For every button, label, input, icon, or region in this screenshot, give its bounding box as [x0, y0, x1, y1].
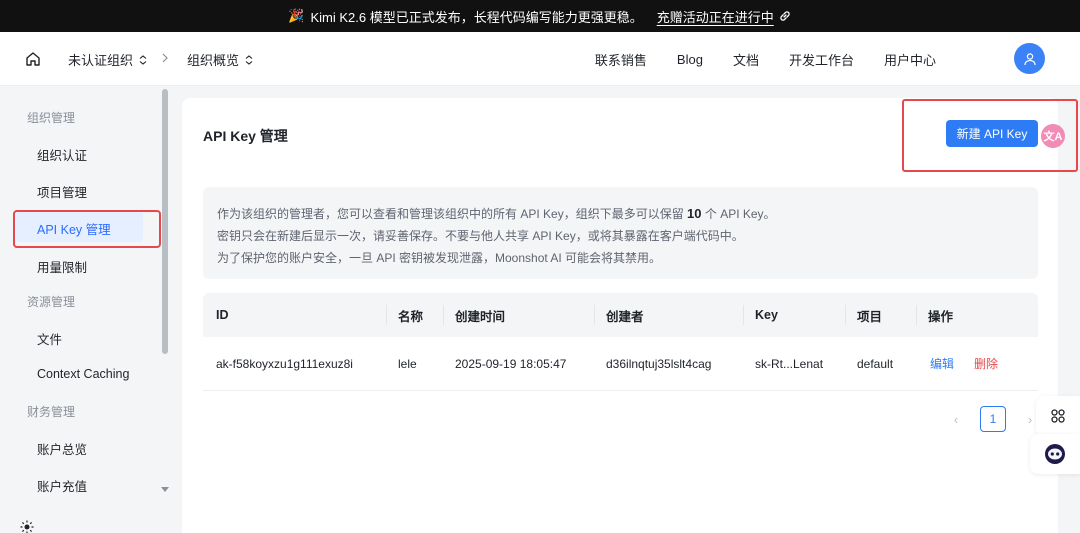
max-key-count: 10	[687, 206, 702, 221]
cell-project: default	[857, 356, 894, 371]
nav-link-console[interactable]: 开发工作台	[789, 50, 854, 69]
sidebar-section-finance: 财务管理	[27, 405, 76, 419]
page-name: 组织概览	[187, 53, 240, 68]
translate-icon[interactable]: 文A	[1041, 124, 1065, 148]
nav-link-user-center[interactable]: 用户中心	[884, 50, 936, 69]
sidebar-item-api-keys[interactable]: API Key 管理	[16, 210, 143, 242]
org-switcher[interactable]: 未认证组织	[68, 50, 148, 69]
announcement-link-text[interactable]: 充赠活动正在进行中	[657, 7, 774, 26]
nav-links: 联系销售 Blog 文档 开发工作台 用户中心	[595, 32, 936, 86]
announcement-link[interactable]: 充赠活动正在进行中	[657, 7, 792, 26]
col-created: 创建时间	[455, 309, 506, 324]
sun-icon[interactable]	[20, 520, 34, 533]
top-nav: 未认证组织 组织概览 联系销售 Blog 文档 开发工作台 用户中心	[0, 32, 1080, 86]
table-header: ID 名称 创建时间 创建者 Key 项目 操作	[203, 293, 1038, 337]
sidebar-item-recharge[interactable]: 账户充值	[37, 476, 87, 495]
page-title: API Key 管理	[203, 128, 288, 144]
scroll-down-icon[interactable]	[161, 487, 169, 493]
user-icon	[1023, 52, 1036, 65]
sidebar-item-account-overview[interactable]: 账户总览	[37, 439, 87, 458]
col-divider	[443, 305, 444, 325]
sidebar-item-files[interactable]: 文件	[37, 329, 62, 348]
info-notice: 作为该组织的管理者，您可以查看和管理该组织中的所有 API Key，组织下最多可…	[203, 187, 1038, 279]
table-row: ak-f58koyxzu1g111exuz8i lele 2025-09-19 …	[203, 337, 1038, 391]
notice-text: 个 API Key。	[704, 207, 776, 221]
notice-line-3: 为了保护您的账户安全，一旦 API 密钥被发现泄露，Moonshot AI 可能…	[217, 251, 662, 265]
apps-float-button[interactable]	[1036, 396, 1080, 436]
chevron-updown-icon	[245, 54, 253, 65]
sidebar-item-context-caching[interactable]: Context Caching	[37, 367, 129, 381]
chevron-updown-icon	[139, 54, 147, 65]
col-divider	[386, 305, 387, 325]
sidebar-section-org: 组织管理	[27, 111, 76, 125]
avatar[interactable]	[1014, 43, 1045, 74]
col-creator: 创建者	[606, 309, 644, 324]
col-divider	[743, 305, 744, 325]
col-key: Key	[755, 308, 778, 322]
page-switcher[interactable]: 组织概览	[187, 50, 254, 69]
nav-link-blog[interactable]: Blog	[677, 52, 703, 67]
announcement-text: Kimi K2.6 模型已正式发布，长程代码编写能力更强更稳。	[310, 9, 643, 25]
sidebar-item-org-verify[interactable]: 组织认证	[37, 145, 87, 164]
notice-text: 作为该组织的管理者，您可以查看和管理该组织中的所有 API Key，组织下最多可…	[217, 207, 684, 221]
col-divider	[594, 305, 595, 325]
nav-link-sales[interactable]: 联系销售	[595, 50, 647, 69]
link-icon	[780, 11, 790, 21]
sidebar-section-resources: 资源管理	[27, 295, 76, 309]
page-number-current[interactable]: 1	[980, 406, 1006, 432]
cell-actions: 编辑 删除	[930, 337, 998, 390]
sidebar: 组织管理 组织认证 项目管理 API Key 管理 用量限制 资源管理 文件 C…	[0, 87, 170, 533]
nav-link-docs[interactable]: 文档	[733, 50, 759, 69]
robot-icon	[1045, 444, 1065, 464]
col-name: 名称	[398, 309, 424, 324]
sidebar-scrollbar[interactable]	[162, 89, 168, 354]
new-api-key-button[interactable]: 新建 API Key	[946, 120, 1038, 147]
announcement-bar: 🎉 Kimi K2.6 模型已正式发布，长程代码编写能力更强更稳。 充赠活动正在…	[0, 0, 1080, 32]
cell-id: ak-f58koyxzu1g111exuz8i	[216, 356, 353, 371]
apps-icon	[1051, 409, 1065, 423]
notice-line-2: 密钥只会在新建后显示一次，请妥善保存。不要与他人共享 API Key，或将其暴露…	[217, 229, 744, 243]
main-card: API Key 管理 新建 API Key 作为该组织的管理者，您可以查看和管理…	[182, 98, 1058, 533]
col-divider	[916, 305, 917, 325]
breadcrumb-chevron-icon	[162, 53, 168, 63]
org-name: 未认证组织	[68, 53, 134, 68]
delete-button[interactable]: 删除	[974, 355, 998, 372]
cell-name: lele	[398, 356, 417, 371]
cell-key: sk-Rt...Lenat	[755, 356, 824, 371]
sidebar-item-projects[interactable]: 项目管理	[37, 182, 87, 201]
cell-creator: d36ilnqtuj35lslt4cag	[606, 356, 712, 371]
edit-button[interactable]: 编辑	[930, 355, 954, 372]
sidebar-item-usage-limits[interactable]: 用量限制	[37, 257, 87, 276]
col-divider	[845, 305, 846, 325]
cell-created: 2025-09-19 18:05:47	[455, 356, 567, 371]
pagination: ‹ 1 ›	[946, 406, 1040, 432]
notice-line-1: 作为该组织的管理者，您可以查看和管理该组织中的所有 API Key，组织下最多可…	[217, 203, 1024, 225]
party-icon: 🎉	[288, 8, 305, 23]
sidebar-item-label: API Key 管理	[37, 223, 111, 237]
assistant-float-button[interactable]	[1030, 434, 1080, 474]
col-id: ID	[216, 308, 229, 322]
col-project: 项目	[857, 309, 883, 324]
prev-page-icon[interactable]: ‹	[946, 409, 966, 429]
api-key-table: ID 名称 创建时间 创建者 Key 项目 操作 ak-f58koyxzu1g1…	[203, 293, 1038, 391]
home-icon[interactable]	[24, 50, 42, 68]
col-actions: 操作	[928, 309, 954, 324]
